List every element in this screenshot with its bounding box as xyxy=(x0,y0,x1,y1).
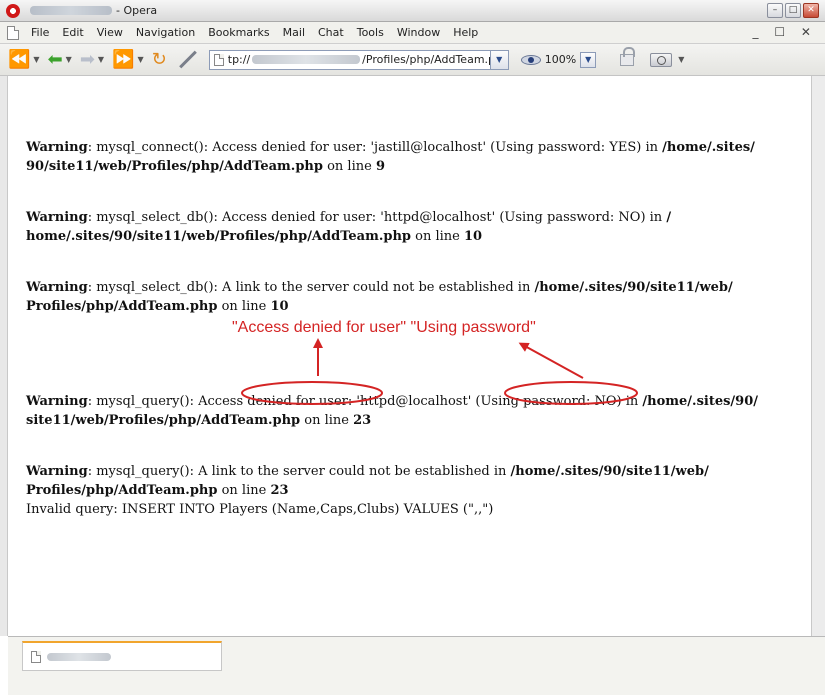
lock-icon[interactable] xyxy=(620,46,636,66)
menu-mail[interactable]: Mail xyxy=(283,26,305,39)
back-button[interactable]: ⬅ ▼ xyxy=(47,48,72,70)
warning-path: /home/.sites/90/site11/web/ xyxy=(510,464,709,479)
warning-text: on line xyxy=(217,483,271,498)
warning-text: : mysql_select_db(): Access denied for u… xyxy=(87,210,667,225)
warning-text: on line xyxy=(411,229,464,244)
chevron-down-icon[interactable]: ▼ xyxy=(66,55,72,64)
zoom-level: 100% xyxy=(544,53,577,66)
chevron-down-icon[interactable]: ▼ xyxy=(138,55,144,64)
warning-line-number: 10 xyxy=(463,229,483,244)
window-controls: – □ ✕ xyxy=(767,3,819,18)
chevron-down-icon[interactable]: ▼ xyxy=(33,55,39,64)
eye-icon xyxy=(520,54,541,65)
title-bar: - Opera – □ ✕ xyxy=(0,0,825,22)
warning-path: home/.sites/90/site11/web/Profiles/php/A… xyxy=(26,229,411,244)
address-prefix: tp:// xyxy=(227,53,251,66)
maximize-button[interactable]: □ xyxy=(785,3,801,18)
opera-logo-icon xyxy=(6,3,20,18)
window-title: - Opera xyxy=(116,4,158,17)
forward-button[interactable]: ➡ ▼ xyxy=(79,48,104,70)
warning-block: Warning: mysql_query(): Access denied fo… xyxy=(26,392,816,430)
warning-path: /home/.sites/ xyxy=(662,140,755,155)
warning-label: Warning xyxy=(26,394,88,409)
warning-path: site11/web/Profiles/php/AddTeam.php xyxy=(26,413,301,428)
warning-line-number: 23 xyxy=(270,483,289,498)
warning-label: Warning xyxy=(26,140,88,155)
warning-block: Warning: mysql_connect(): Access denied … xyxy=(26,138,816,176)
camera-icon[interactable] xyxy=(650,52,673,67)
annotation-overlay xyxy=(241,338,638,405)
fast-forward-button[interactable]: ⏩ ▼ xyxy=(112,48,144,70)
menu-view[interactable]: View xyxy=(97,26,123,39)
address-dropdown-button[interactable]: ▼ xyxy=(489,50,508,69)
blurred-host xyxy=(252,55,361,64)
menu-bookmarks[interactable]: Bookmarks xyxy=(208,26,269,39)
edit-pen-icon[interactable] xyxy=(178,50,197,69)
page-icon xyxy=(7,25,19,40)
warning-line-number: 10 xyxy=(270,299,289,314)
warning-text: on line xyxy=(300,413,354,428)
warning-path: /home/.sites/90/site11/web/ xyxy=(534,280,733,295)
forward-arrow-icon: ➡ xyxy=(79,48,95,70)
warning-text: : mysql_query(): A link to the server co… xyxy=(87,464,511,479)
reload-icon: ↻ xyxy=(151,48,167,70)
warning-label: Warning xyxy=(26,464,88,479)
warning-line-number: 9 xyxy=(375,159,385,174)
close-button[interactable]: ✕ xyxy=(803,3,819,18)
warning-block: Warning: mysql_query(): A link to the se… xyxy=(26,462,816,519)
warning-block: Warning: mysql_select_db(): A link to th… xyxy=(26,278,816,316)
rewind-icon: ⏪ xyxy=(8,48,31,70)
page-tab[interactable] xyxy=(22,641,222,671)
chevron-down-icon[interactable]: ▼ xyxy=(98,55,104,64)
warning-path: /home/.sites/90/ xyxy=(642,394,759,409)
menu-bar: File Edit View Navigation Bookmarks Mail… xyxy=(0,22,825,44)
warning-text: on line xyxy=(217,299,271,314)
menu-navigation[interactable]: Navigation xyxy=(136,26,195,39)
minimize-button[interactable]: – xyxy=(767,3,783,18)
warning-path: / xyxy=(666,210,672,225)
warning-line-number: 23 xyxy=(353,413,372,428)
menu-file[interactable]: File xyxy=(31,26,49,39)
back-arrow-icon: ⬅ xyxy=(47,48,63,70)
annotation-arrow-right xyxy=(518,342,584,379)
warning-block: Warning: mysql_select_db(): Access denie… xyxy=(26,208,816,246)
warning-path: Profiles/php/AddTeam.php xyxy=(26,299,218,314)
bottom-panel xyxy=(8,636,825,695)
warning-text: : mysql_select_db(): A link to the serve… xyxy=(87,280,535,295)
menu-chat[interactable]: Chat xyxy=(318,26,344,39)
warning-text: on line xyxy=(322,159,376,174)
menu-tools[interactable]: Tools xyxy=(357,26,384,39)
page-icon xyxy=(31,650,41,663)
zoom-control[interactable]: 100% ▼ xyxy=(520,51,597,68)
warning-text: : mysql_connect(): Access denied for use… xyxy=(87,140,663,155)
fast-forward-icon: ⏩ xyxy=(112,48,135,70)
page-icon xyxy=(213,53,224,66)
address-path: /Profiles/php/AddTeam.ph xyxy=(362,53,502,66)
navigation-toolbar: ⏪ ▼ ⬅ ▼ ➡ ▼ ⏩ ▼ ↻ tp:// /Profiles/php/AddTea… xyxy=(0,44,825,76)
blurred-tab-title xyxy=(47,652,111,661)
reload-button[interactable]: ↻ xyxy=(151,48,167,70)
menu-help[interactable]: Help xyxy=(453,26,478,39)
warning-path: 90/site11/web/Profiles/php/AddTeam.php xyxy=(26,159,323,174)
menu-window[interactable]: Window xyxy=(397,26,440,39)
warning-label: Warning xyxy=(26,280,88,295)
rewind-button[interactable]: ⏪ ▼ xyxy=(8,48,40,70)
mdi-controls[interactable]: _ ☐ ✕ xyxy=(753,25,817,39)
warning-label: Warning xyxy=(26,210,88,225)
page-frame-left xyxy=(0,76,8,636)
invalid-query-text: Invalid query: INSERT INTO Players (Name… xyxy=(26,502,494,517)
annotation-label: "Access denied for user" "Using password… xyxy=(232,319,536,336)
warning-path: Profiles/php/AddTeam.php xyxy=(26,483,218,498)
zoom-dropdown-button[interactable]: ▼ xyxy=(580,51,597,68)
warning-text: : mysql_query(): Access denied for user:… xyxy=(87,394,643,409)
address-field[interactable]: tp:// /Profiles/php/AddTeam.ph ▼ xyxy=(208,49,509,70)
blurred-page-title xyxy=(30,6,112,15)
menu-edit[interactable]: Edit xyxy=(62,26,83,39)
chevron-down-icon[interactable]: ▼ xyxy=(678,55,684,64)
